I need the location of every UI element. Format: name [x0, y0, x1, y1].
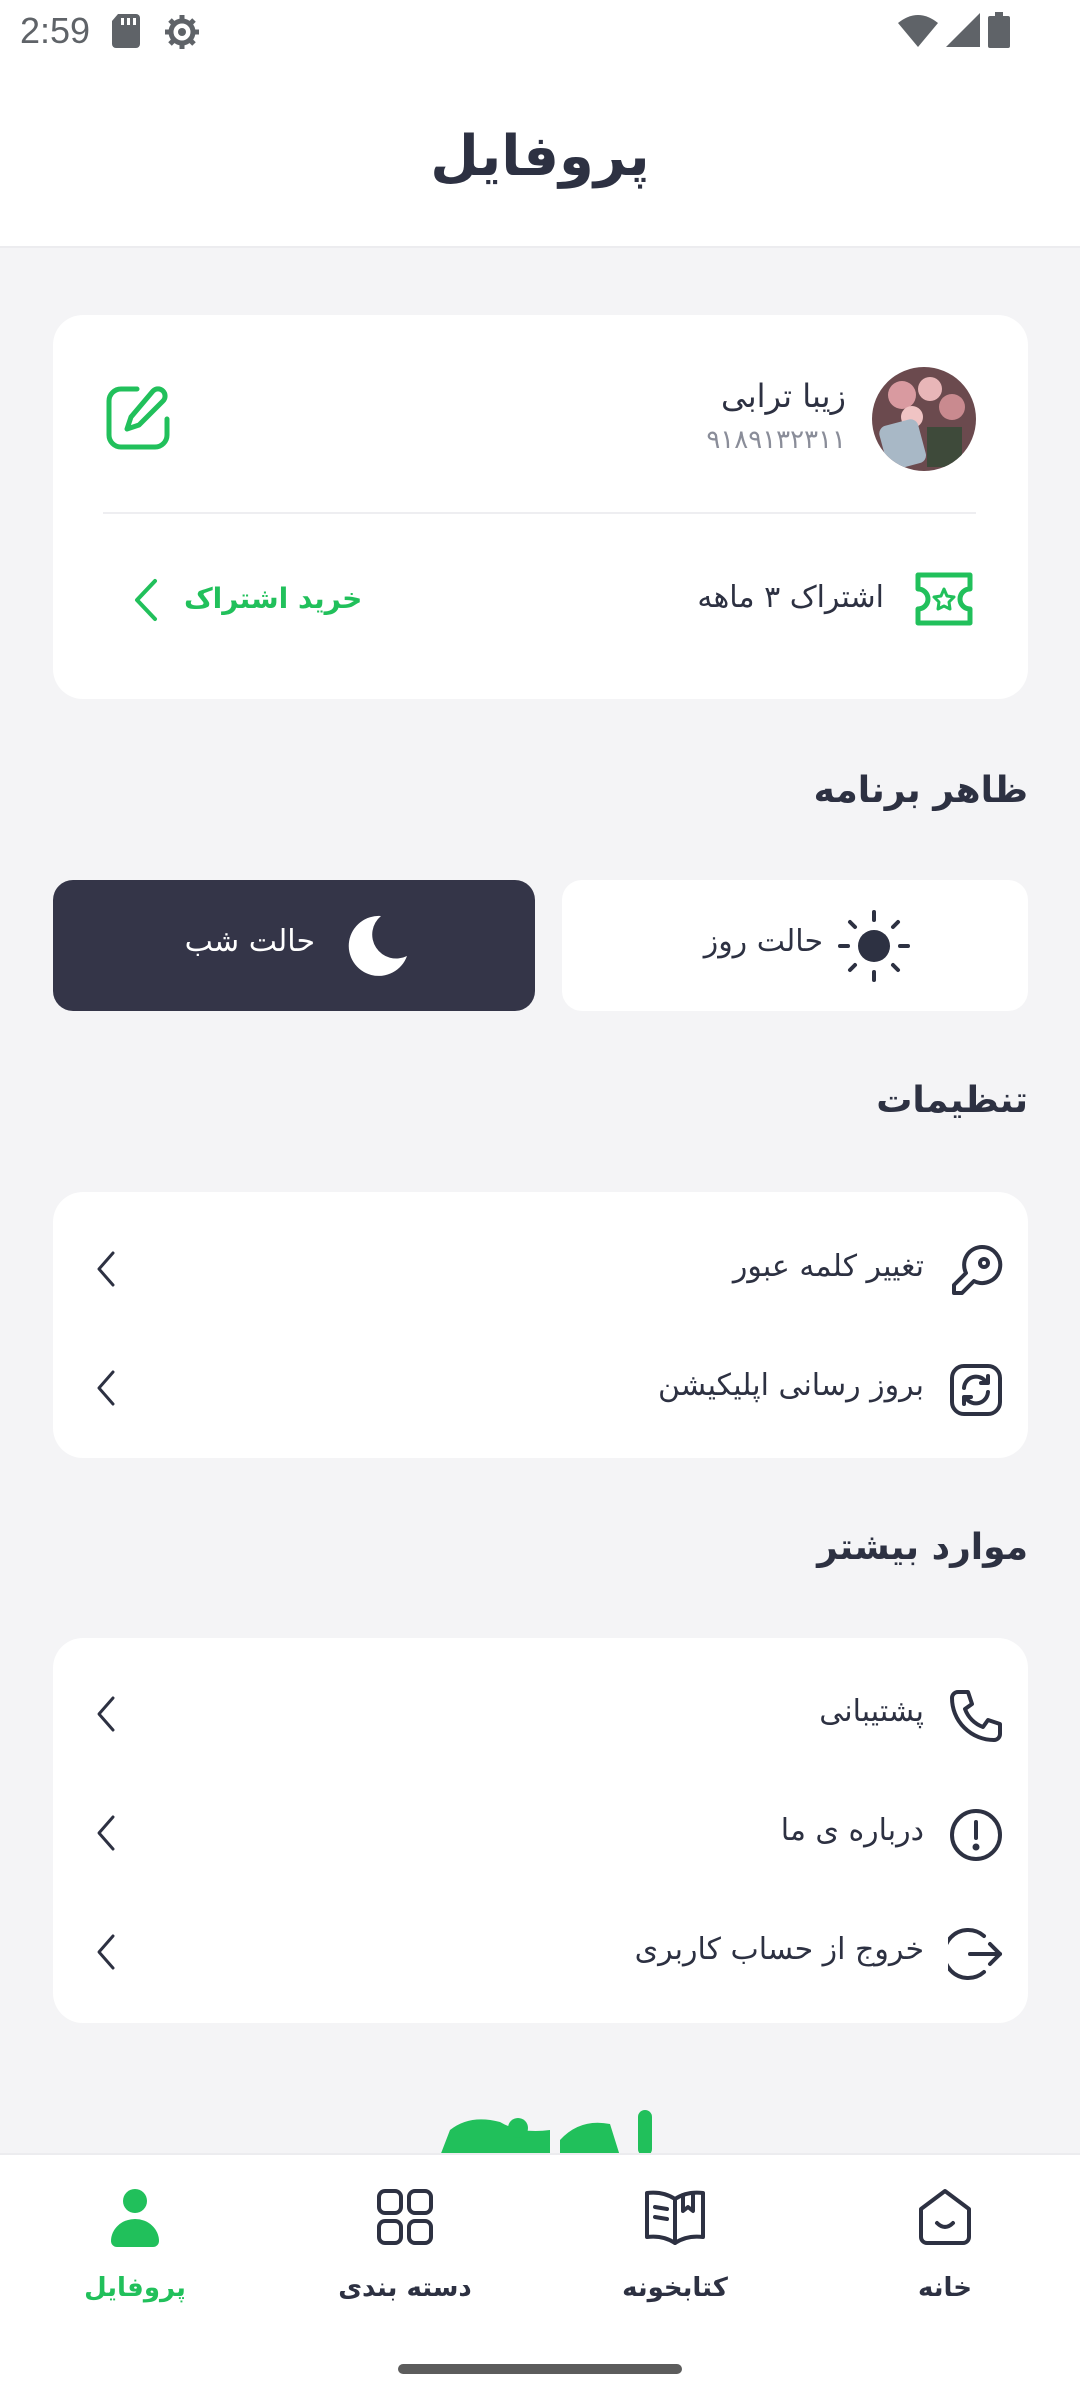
- book-icon: [643, 2185, 707, 2249]
- chevron-left-icon: [91, 1249, 121, 1289]
- profile-icon: [103, 2185, 167, 2249]
- sun-icon: [838, 910, 910, 982]
- edit-icon: [103, 386, 173, 457]
- key-icon: [948, 1243, 1004, 1299]
- subscription-label: اشتراک ۳ ماهه: [697, 580, 884, 615]
- more-card: پشتیبانی درباره ی ما خروج از حساب کاربری: [53, 1638, 1028, 2023]
- about-us-row[interactable]: درباره ی ما: [53, 1783, 1028, 1883]
- sd-card-icon: [112, 14, 140, 54]
- night-mode-button[interactable]: حالت شب: [53, 880, 535, 1011]
- refresh-icon: [948, 1362, 1004, 1418]
- moon-icon: [341, 910, 413, 982]
- home-icon: [913, 2185, 977, 2249]
- home-indicator[interactable]: [398, 2364, 682, 2374]
- nav-library-label: کتابخونه: [622, 2273, 728, 2303]
- change-password-row[interactable]: تغییر کلمه عبور: [53, 1219, 1028, 1319]
- chevron-left-icon: [91, 1694, 121, 1734]
- nav-home-label: خانه: [917, 2273, 973, 2303]
- support-row[interactable]: پشتیبانی: [53, 1664, 1028, 1764]
- app-header: پروفایل: [0, 64, 1080, 248]
- settings-gear-icon: [164, 14, 200, 54]
- edit-profile-button[interactable]: [103, 383, 173, 453]
- signal-icon: [946, 13, 980, 51]
- nav-categories-label: دسته بندی: [338, 2273, 472, 2303]
- nav-profile[interactable]: پروفایل: [35, 2185, 235, 2335]
- update-app-label: بروز رسانی اپلیکیشن: [658, 1368, 924, 1403]
- buy-subscription-link[interactable]: خرید اشتراک: [184, 582, 362, 615]
- logout-label: خروج از حساب کاربری: [634, 1932, 924, 1967]
- wifi-icon: [898, 13, 938, 51]
- logout-row[interactable]: خروج از حساب کاربری: [53, 1902, 1028, 2002]
- bottom-nav: خانه کتابخونه دسته بندی پروفایل: [0, 2153, 1080, 2400]
- nav-profile-label: پروفایل: [84, 2273, 186, 2303]
- phone-icon: [948, 1688, 1004, 1744]
- user-phone: ۹۱۸۹۱۳۲۳۱۱: [706, 425, 846, 455]
- night-mode-label: حالت شب: [184, 924, 315, 959]
- chevron-left-icon: [91, 1813, 121, 1853]
- chevron-left-icon: [91, 1368, 121, 1408]
- more-section-title: موارد بیشتر: [817, 1527, 1028, 1568]
- day-mode-label: حالت روز: [703, 924, 823, 959]
- settings-section-title: تنظیمات: [876, 1080, 1028, 1121]
- battery-icon: [988, 12, 1010, 52]
- settings-card: تغییر کلمه عبور بروز رسانی اپلیکیشن: [53, 1192, 1028, 1458]
- info-icon: [948, 1807, 1004, 1863]
- support-label: پشتیبانی: [819, 1694, 924, 1729]
- divider: [103, 512, 976, 514]
- logout-icon: [942, 1926, 1004, 1982]
- nav-home[interactable]: خانه: [845, 2185, 1045, 2335]
- nav-library[interactable]: کتابخونه: [575, 2185, 775, 2335]
- grid-icon: [373, 2185, 437, 2249]
- nav-categories[interactable]: دسته بندی: [305, 2185, 505, 2335]
- update-app-row[interactable]: بروز رسانی اپلیکیشن: [53, 1338, 1028, 1438]
- subscription-ticket-icon: [912, 571, 976, 627]
- brand-logo: [420, 2100, 660, 2156]
- chevron-left-icon[interactable]: [125, 575, 165, 625]
- user-name: زیبا ترابی: [721, 377, 846, 415]
- chevron-left-icon: [91, 1932, 121, 1972]
- appearance-section-title: ظاهر برنامه: [813, 770, 1028, 811]
- page-title: پروفایل: [430, 124, 650, 189]
- change-password-label: تغییر کلمه عبور: [732, 1249, 924, 1284]
- avatar[interactable]: [872, 367, 976, 471]
- profile-card: زیبا ترابی ۹۱۸۹۱۳۲۳۱۱ اشتراک ۳ ماهه خرید…: [53, 315, 1028, 699]
- status-bar: 2:59: [0, 0, 1080, 64]
- about-us-label: درباره ی ما: [780, 1813, 924, 1848]
- day-mode-button[interactable]: حالت روز: [562, 880, 1028, 1011]
- status-time: 2:59: [20, 10, 91, 51]
